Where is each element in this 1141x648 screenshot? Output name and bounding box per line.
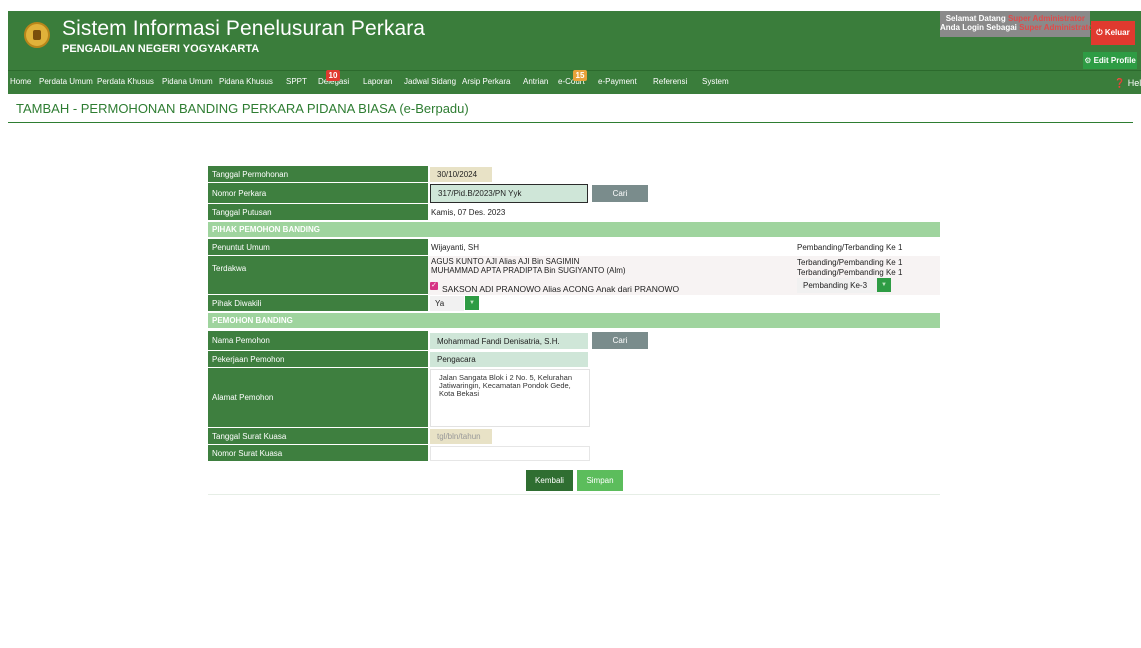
pekerjaan-pemohon-input[interactable]: Pengacara	[430, 352, 588, 367]
terdakwa-2-role: Terbanding/Pembanding Ke 1	[797, 268, 903, 277]
nav-referensi[interactable]: Referensi	[653, 77, 687, 86]
pihak-diwakili-label: Pihak Diwakili	[208, 295, 428, 312]
terdakwa-3-role-select[interactable]: Pembanding Ke-3	[797, 278, 877, 293]
edit-profile-button[interactable]: ⚙ Edit Profile	[1083, 52, 1137, 69]
tanggal-putusan-label: Tanggal Putusan	[208, 204, 428, 221]
nav-jadwal-sidang[interactable]: Jadwal Sidang	[404, 77, 456, 86]
login-role: Super Administrator	[1019, 23, 1097, 32]
tanggal-surat-kuasa-input[interactable]: tgl/bln/tahun	[430, 429, 492, 444]
nav-delegasi[interactable]: 10 Delegasi	[318, 70, 349, 86]
nav-sppt[interactable]: SPPT	[286, 77, 307, 86]
nav-home[interactable]: Home	[10, 77, 31, 86]
logout-button[interactable]: ⏻ Keluar	[1091, 21, 1135, 45]
cari-pemohon-button[interactable]: Cari	[592, 332, 648, 349]
app-subtitle: PENGADILAN NEGERI YOGYAKARTA	[62, 43, 260, 55]
help-link[interactable]: ❓ Help	[1114, 78, 1141, 89]
alamat-pemohon-label: Alamat Pemohon	[208, 368, 428, 428]
app-title: Sistem Informasi Penelusuran Perkara	[62, 17, 426, 40]
tanggal-permohonan-label: Tanggal Permohonan	[208, 166, 428, 183]
chevron-down-icon[interactable]: ▼	[877, 278, 891, 292]
nav-epayment[interactable]: e-Payment	[598, 77, 637, 86]
page-title: TAMBAH - PERMOHONAN BANDING PERKARA PIDA…	[16, 101, 469, 116]
terdakwa-1-name: AGUS KUNTO AJI Alias AJI Bin SAGIMIN	[431, 257, 580, 266]
nav-laporan[interactable]: Laporan	[363, 77, 392, 86]
alamat-pemohon-textarea[interactable]: Jalan Sangata Blok i 2 No. 5, Kelurahan …	[430, 369, 590, 427]
terdakwa-1-role: Terbanding/Pembanding Ke 1	[797, 258, 903, 267]
pekerjaan-pemohon-label: Pekerjaan Pemohon	[208, 351, 428, 368]
tanggal-putusan-value: Kamis, 07 Des. 2023	[431, 208, 506, 217]
nav-perdata-khusus[interactable]: Perdata Khusus	[97, 77, 154, 86]
welcome-label: Selamat Datang	[945, 14, 1006, 23]
simpan-button[interactable]: Simpan	[577, 470, 623, 491]
penuntut-umum-value: Wijayanti, SH	[431, 243, 480, 252]
nav-system[interactable]: System	[702, 77, 729, 86]
section-pihak-pemohon: PIHAK PEMOHON BANDING	[208, 222, 940, 237]
nomor-perkara-label: Nomor Perkara	[208, 183, 428, 204]
court-logo-icon	[24, 22, 50, 48]
nav-arsip-perkara[interactable]: Arsip Perkara	[462, 77, 510, 86]
nomor-surat-kuasa-label: Nomor Surat Kuasa	[208, 445, 428, 462]
nomor-surat-kuasa-input[interactable]	[430, 446, 590, 461]
terdakwa-label: Terdakwa	[208, 256, 428, 295]
nama-pemohon-label: Nama Pemohon	[208, 331, 428, 351]
kembali-button[interactable]: Kembali	[526, 470, 573, 491]
main-navbar: Home Perdata Umum Perdata Khusus Pidana …	[8, 70, 1141, 94]
terdakwa-2-name: MUHAMMAD APTA PRADIPTA Bin SUGIYANTO (Al…	[431, 266, 626, 275]
nav-antrian[interactable]: Antrian	[523, 77, 548, 86]
user-welcome-box: Selamat Datang Super Administrator Anda …	[940, 11, 1096, 37]
form-footer-divider	[208, 494, 940, 495]
nav-perdata-umum[interactable]: Perdata Umum	[39, 77, 93, 86]
nav-ecourt[interactable]: 15 e-Court	[558, 70, 587, 86]
login-role-label: Anda Login Sebagai	[940, 23, 1017, 32]
terdakwa-3-checkbox[interactable]: ✓	[430, 282, 438, 290]
welcome-user: Super Administrator	[1007, 14, 1085, 23]
title-divider	[8, 122, 1133, 123]
nav-pidana-umum[interactable]: Pidana Umum	[162, 77, 213, 86]
pihak-diwakili-select[interactable]: Ya	[430, 296, 464, 311]
cari-perkara-button[interactable]: Cari	[592, 185, 648, 202]
tanggal-surat-kuasa-label: Tanggal Surat Kuasa	[208, 428, 428, 445]
terdakwa-3-name: SAKSON ADI PRANOWO Alias ACONG Anak dari…	[442, 284, 680, 294]
section-pemohon-banding: PEMOHON BANDING	[208, 313, 940, 328]
chevron-down-icon[interactable]: ▼	[465, 296, 479, 310]
penuntut-umum-role: Pembanding/Terbanding Ke 1	[797, 243, 903, 252]
ecourt-badge: 15	[573, 70, 587, 81]
nama-pemohon-input[interactable]: Mohammad Fandi Denisatria, S.H.	[430, 333, 588, 349]
nomor-perkara-input[interactable]: 317/Pid.B/2023/PN Yyk	[430, 184, 588, 203]
alamat-line-3: Kota Bekasi	[439, 389, 480, 398]
penuntut-umum-label: Penuntut Umum	[208, 239, 428, 256]
tanggal-permohonan-input[interactable]: 30/10/2024	[430, 167, 492, 182]
delegasi-badge: 10	[326, 70, 340, 81]
nav-pidana-khusus[interactable]: Pidana Khusus	[219, 77, 273, 86]
